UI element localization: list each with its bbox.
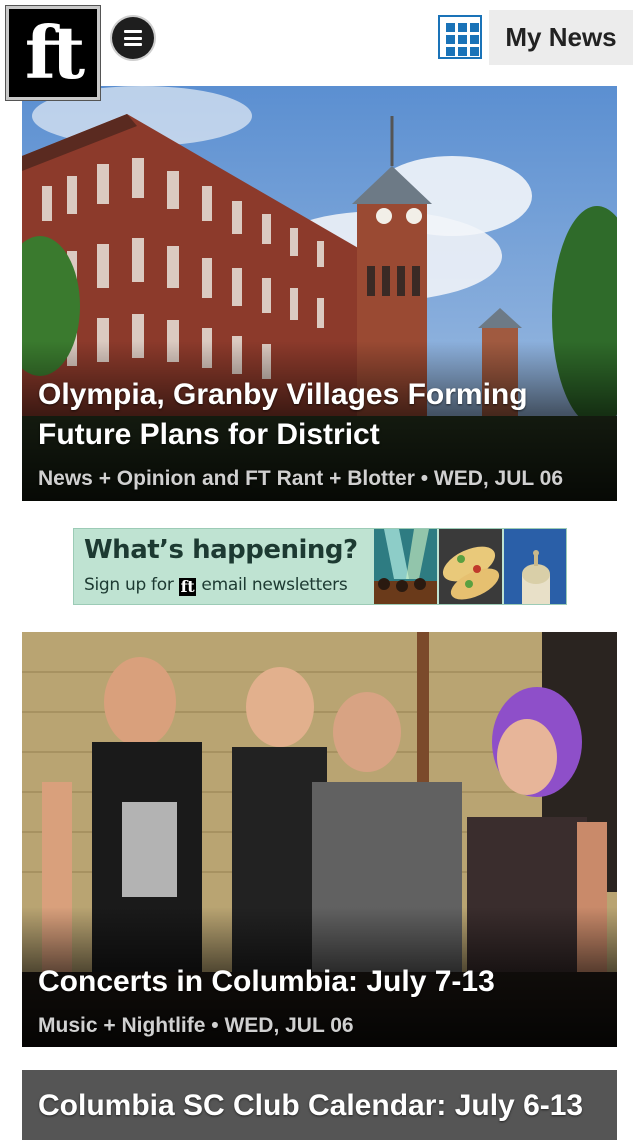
ft-mini-logo: ft (178, 577, 197, 596)
tacos-image (439, 529, 502, 604)
article-meta: News + Opinion and FT Rant + Blotter • W… (38, 467, 564, 490)
concert-crowd-image (374, 529, 437, 604)
ft-logo[interactable]: ft (5, 5, 101, 101)
article-card-club-calendar[interactable]: Columbia SC Club Calendar: July 6-13 (22, 1070, 617, 1140)
top-bar: ft My News (0, 0, 639, 101)
ad-headline: What’s happening? (84, 535, 358, 565)
hamburger-menu-icon[interactable] (112, 17, 154, 59)
grid-icon[interactable] (438, 15, 482, 59)
ad-subtext: Sign up for ft email newsletters (84, 575, 348, 596)
state-house-dome-image (504, 529, 566, 604)
article-card-concerts[interactable]: Concerts in Columbia: July 7-13 Music + … (22, 632, 617, 1047)
article-title[interactable]: Concerts in Columbia: July 7-13 (38, 962, 597, 1002)
newsletter-ad-banner[interactable]: What’s happening? Sign up for ft email n… (73, 528, 567, 605)
article-title[interactable]: Columbia SC Club Calendar: July 6-13 (38, 1086, 597, 1126)
article-card-olympia[interactable]: Olympia, Granby Villages Forming Future … (22, 86, 617, 501)
article-meta: Music + Nightlife • WED, JUL 06 (38, 1014, 354, 1037)
article-title[interactable]: Olympia, Granby Villages Forming Future … (38, 375, 597, 455)
my-news-button[interactable]: My News (489, 10, 633, 65)
